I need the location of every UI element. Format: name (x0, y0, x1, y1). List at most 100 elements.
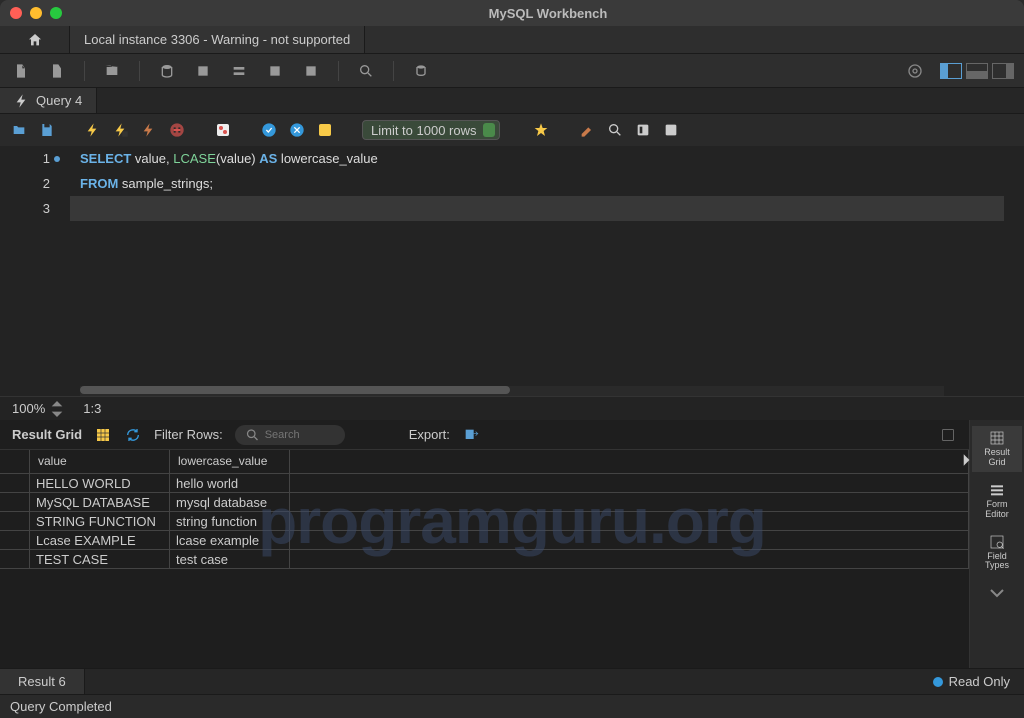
save-file-icon[interactable] (38, 121, 56, 139)
explain-icon[interactable] (140, 121, 158, 139)
execute-icon[interactable] (84, 121, 102, 139)
star-icon[interactable] (532, 121, 550, 139)
code-line[interactable]: FROM sample_strings; (80, 171, 1024, 196)
rollback-icon[interactable] (288, 121, 306, 139)
row-handle[interactable] (0, 512, 30, 530)
row-handle[interactable] (0, 550, 30, 568)
row-handle[interactable] (0, 531, 30, 549)
stop-icon[interactable] (168, 121, 186, 139)
limit-rows-select[interactable]: Limit to 1000 rows (362, 120, 500, 140)
cell[interactable]: STRING FUNCTION (30, 512, 170, 530)
find-icon[interactable] (606, 121, 624, 139)
main-area: Limit to 1000 rows 123 SELECT value, LCA… (0, 114, 1024, 694)
editor-code[interactable]: SELECT value, LCASE(value) AS lowercase_… (70, 146, 1024, 386)
table-row[interactable]: TEST CASEtest case (0, 550, 969, 569)
settings-gear-icon[interactable] (904, 60, 926, 82)
column-header[interactable]: lowercase_value (170, 450, 290, 473)
result-view-icon (989, 482, 1005, 498)
chevron-down-icon[interactable] (989, 585, 1005, 601)
cell[interactable]: lcase example (170, 531, 290, 549)
panel-layout-icons (940, 63, 1014, 79)
window-zoom-button[interactable] (50, 7, 62, 19)
open-sql-icon[interactable] (101, 60, 123, 82)
sql-editor[interactable]: 123 SELECT value, LCASE(value) AS lowerc… (0, 146, 1024, 386)
toggle-icon-2[interactable] (662, 121, 680, 139)
zoom-control[interactable]: 100% (12, 401, 65, 417)
line-number: 2 (0, 171, 50, 196)
readonly-indicator: Read Only (919, 674, 1024, 689)
code-line[interactable] (80, 196, 1024, 221)
cell[interactable]: Lcase EXAMPLE (30, 531, 170, 549)
window-titlebar: MySQL Workbench (0, 0, 1024, 26)
panel-bottom-icon[interactable] (966, 63, 988, 79)
db-icon-5[interactable] (300, 60, 322, 82)
result-view-label: FormEditor (985, 500, 1009, 520)
commit-icon[interactable] (260, 121, 278, 139)
cell-empty (290, 474, 969, 492)
db-icon-4[interactable] (264, 60, 286, 82)
home-tab[interactable] (0, 26, 70, 53)
cell-empty (290, 493, 969, 511)
new-sql-tab-icon[interactable] (10, 60, 32, 82)
lightning-icon (14, 93, 30, 109)
result-header: Result Grid Filter Rows: Export: (0, 420, 969, 450)
table-row[interactable]: Lcase EXAMPLElcase example (0, 531, 969, 550)
filter-rows-input[interactable] (265, 429, 335, 441)
code-line[interactable]: SELECT value, LCASE(value) AS lowercase_… (80, 146, 1024, 171)
result-table[interactable]: value lowercase_value HELLO WORLDhello w… (0, 450, 969, 668)
panel-right-icon[interactable] (992, 63, 1014, 79)
cell[interactable]: string function (170, 512, 290, 530)
cell[interactable]: hello world (170, 474, 290, 492)
tool-icon-1[interactable] (214, 121, 232, 139)
column-header[interactable]: value (30, 450, 170, 473)
result-view-button[interactable]: FieldTypes (972, 530, 1022, 576)
query-tab[interactable]: Query 4 (0, 88, 97, 113)
db-icon-3[interactable] (228, 60, 250, 82)
result-tab[interactable]: Result 6 (0, 669, 85, 694)
cell[interactable]: MySQL DATABASE (30, 493, 170, 511)
window-title: MySQL Workbench (82, 6, 1014, 21)
row-handle-header (0, 450, 30, 473)
open-file-icon[interactable] (10, 121, 28, 139)
wrap-cell-icon[interactable] (939, 426, 957, 444)
result-view-button[interactable]: ResultGrid (972, 426, 1022, 472)
db-icon-2[interactable] (192, 60, 214, 82)
toggle-icon-1[interactable] (634, 121, 652, 139)
cell[interactable]: test case (170, 550, 290, 568)
result-view-button[interactable]: FormEditor (972, 478, 1022, 524)
table-row[interactable]: STRING FUNCTIONstring function (0, 512, 969, 531)
export-icon[interactable] (462, 426, 480, 444)
autocommit-icon[interactable] (316, 121, 334, 139)
new-query-tab-icon[interactable] (46, 60, 68, 82)
result-tab-label: Result 6 (18, 674, 66, 689)
scrollbar-thumb[interactable] (80, 386, 510, 394)
result-grid-label: Result Grid (12, 427, 82, 442)
home-icon (27, 32, 43, 48)
cell[interactable]: TEST CASE (30, 550, 170, 568)
result-grid-icon[interactable] (94, 426, 112, 444)
connection-tab-label: Local instance 3306 - Warning - not supp… (84, 32, 350, 47)
cell[interactable]: mysql database (170, 493, 290, 511)
db-icon-1[interactable] (156, 60, 178, 82)
window-close-button[interactable] (10, 7, 22, 19)
cursor-position: 1:3 (83, 401, 101, 416)
editor-hscrollbar[interactable] (80, 386, 944, 396)
cell[interactable]: HELLO WORLD (30, 474, 170, 492)
cell-empty (290, 531, 969, 549)
window-minimize-button[interactable] (30, 7, 42, 19)
beautify-icon[interactable] (578, 121, 596, 139)
table-row[interactable]: MySQL DATABASEmysql database (0, 493, 969, 512)
search-db-icon[interactable] (355, 60, 377, 82)
zoom-stepper-icon (49, 401, 65, 417)
execute-current-icon[interactable] (112, 121, 130, 139)
editor-gutter: 123 (0, 146, 70, 386)
panel-left-icon[interactable] (940, 63, 962, 79)
collapse-arrow-icon[interactable] (958, 452, 974, 468)
table-row[interactable]: HELLO WORLDhello world (0, 474, 969, 493)
connection-tab[interactable]: Local instance 3306 - Warning - not supp… (70, 26, 365, 53)
result-refresh-icon[interactable] (124, 426, 142, 444)
row-handle[interactable] (0, 493, 30, 511)
server-icon[interactable] (410, 60, 432, 82)
row-handle[interactable] (0, 474, 30, 492)
line-number: 3 (0, 196, 50, 221)
